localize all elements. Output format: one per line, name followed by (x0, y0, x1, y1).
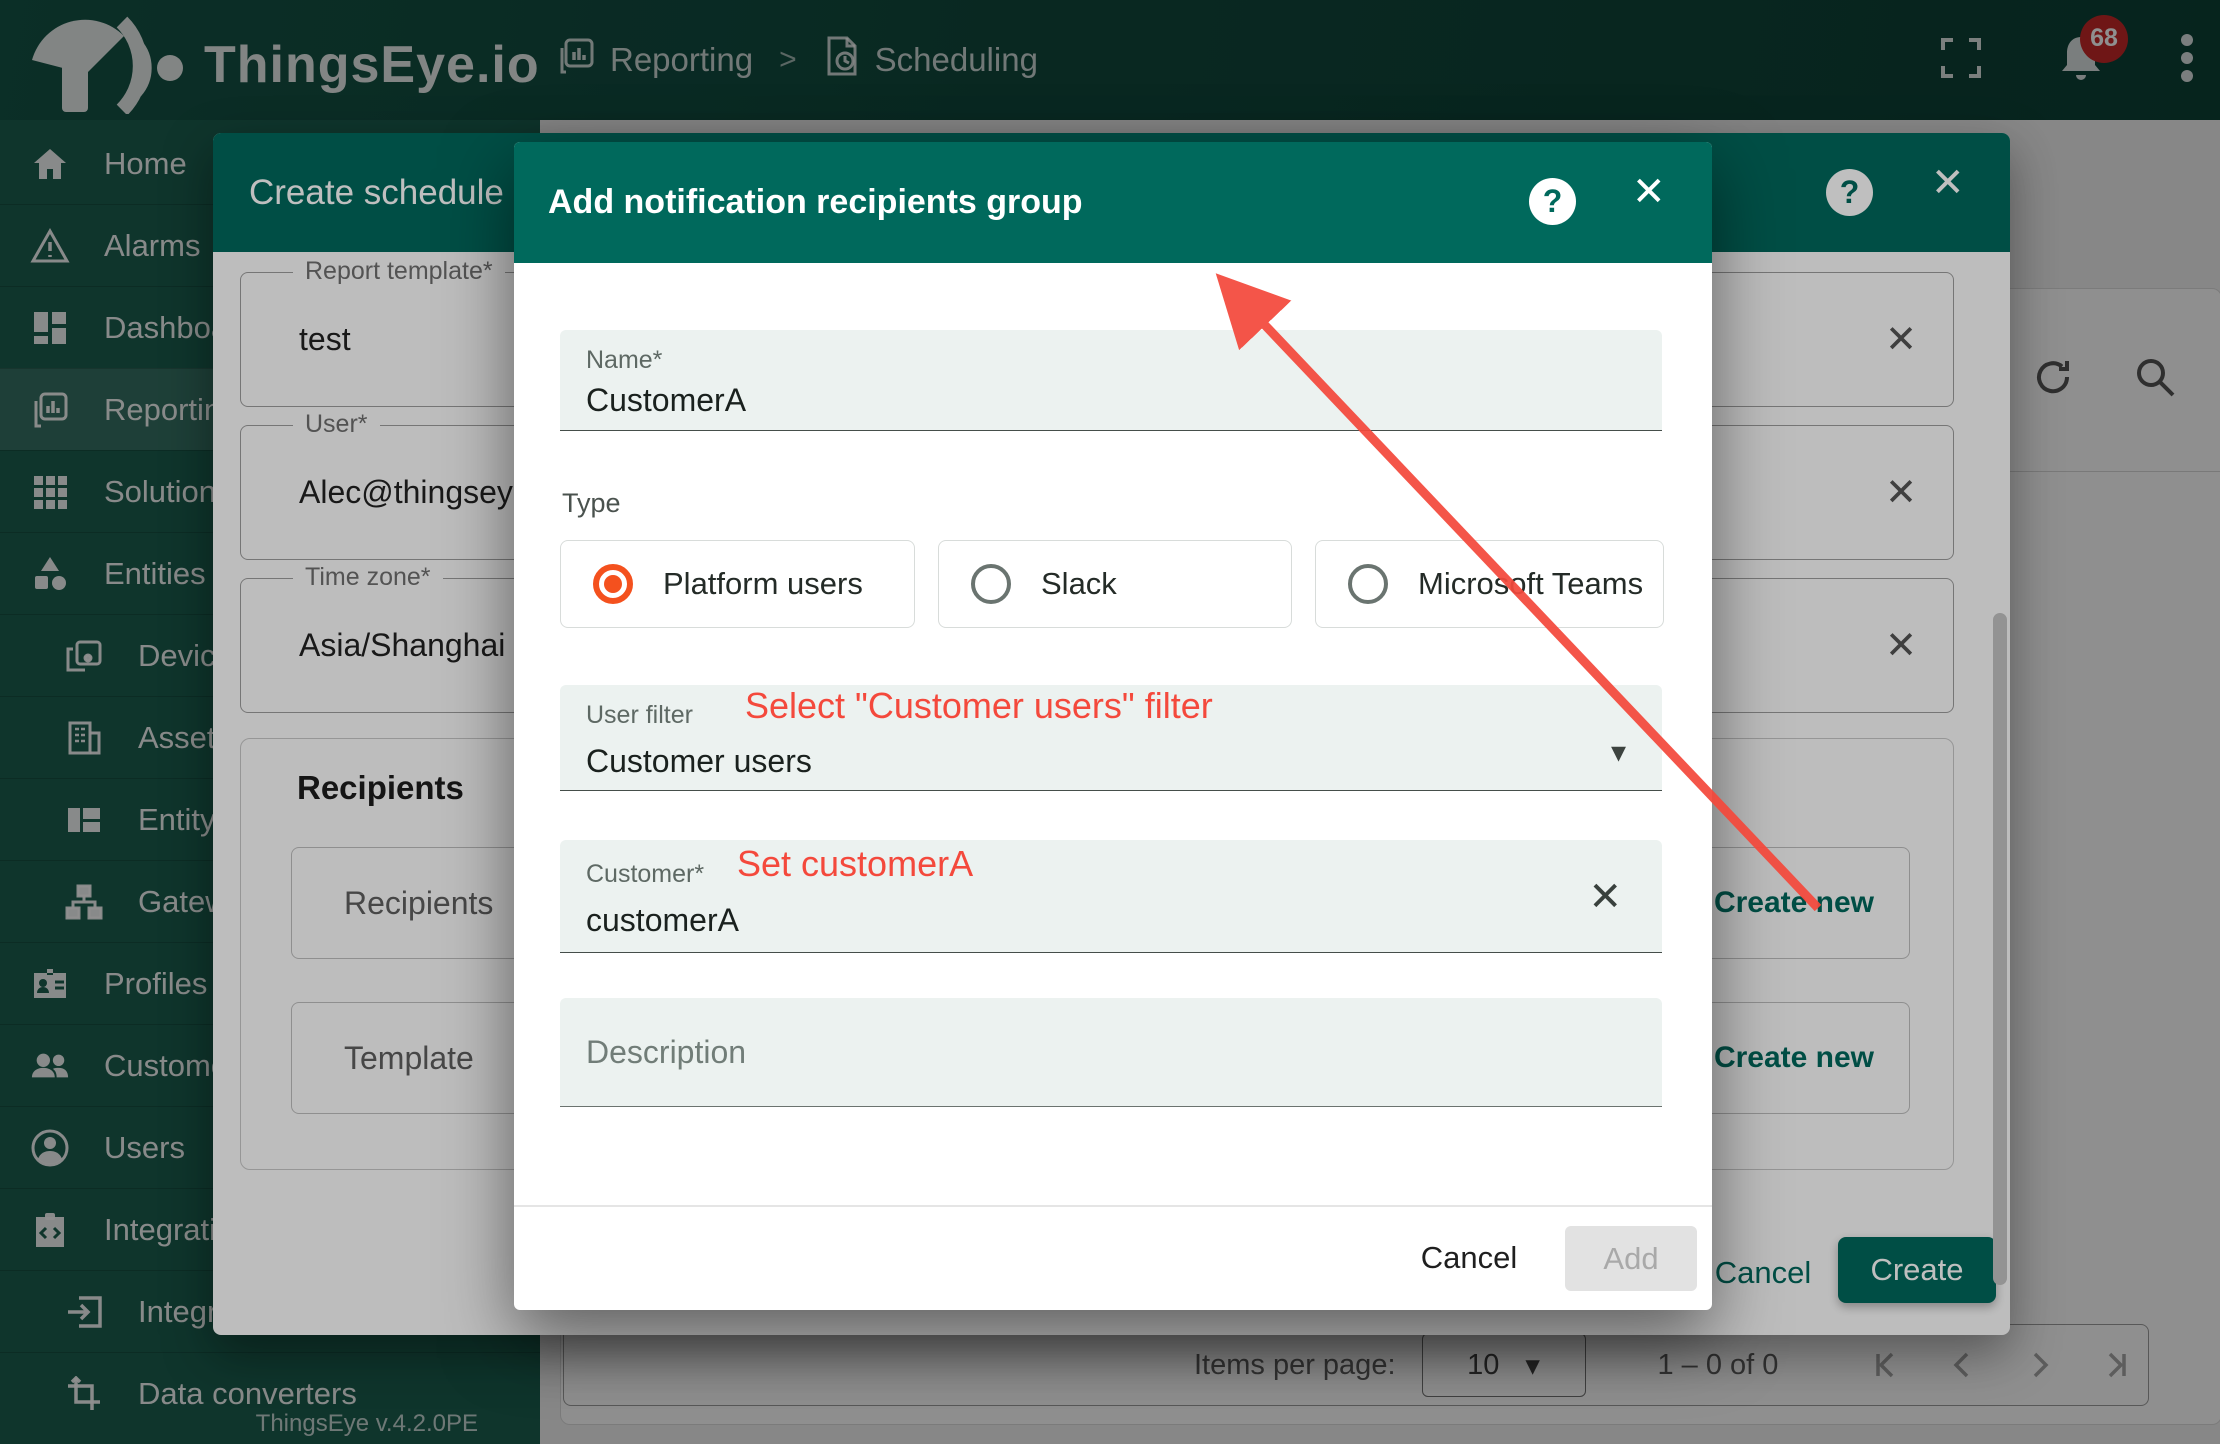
name-field[interactable]: Name* CustomerA (560, 330, 1662, 431)
modal-header: Add notification recipients group ? ✕ (514, 142, 1712, 263)
help-icon[interactable]: ? (1529, 178, 1576, 225)
type-option-microsoft-teams[interactable]: Microsoft Teams (1315, 540, 1664, 628)
customer-field[interactable]: Customer* customerA ✕ (560, 840, 1662, 953)
dropdown-caret-icon[interactable]: ▾ (1611, 735, 1626, 770)
app-screen: ThingsEye.io Reporting > (0, 0, 2220, 1444)
clear-icon[interactable]: ✕ (1588, 874, 1622, 920)
type-option-slack[interactable]: Slack (938, 540, 1292, 628)
modal-footer-divider (514, 1205, 1712, 1207)
radio-unselected-icon[interactable] (1348, 564, 1388, 604)
radio-selected-icon[interactable] (593, 564, 633, 604)
radio-unselected-icon[interactable] (971, 564, 1011, 604)
description-field[interactable]: Description (560, 998, 1662, 1107)
annotation-filter-callout: Select "Customer users" filter (745, 685, 1213, 727)
modal-cancel-button[interactable]: Cancel (1409, 1227, 1529, 1289)
type-option-platform-users[interactable]: Platform users (560, 540, 915, 628)
modal-add-button[interactable]: Add (1565, 1226, 1697, 1291)
annotation-customer-callout: Set customerA (737, 843, 973, 885)
close-icon[interactable]: ✕ (1632, 172, 1666, 212)
modal-title: Add notification recipients group (548, 183, 1083, 222)
type-label: Type (562, 488, 621, 519)
